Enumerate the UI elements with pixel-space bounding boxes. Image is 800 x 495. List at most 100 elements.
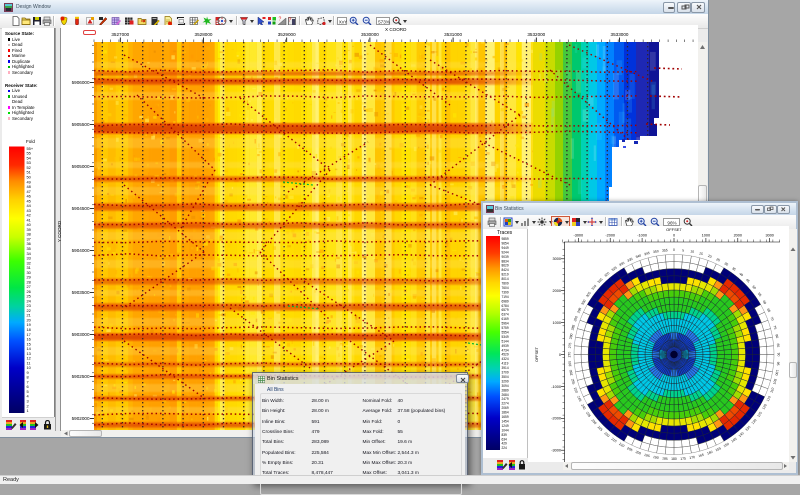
svg-text:9039: 9039 [502,255,509,259]
svg-text:35: 35 [731,266,736,272]
svg-text:50: 50 [751,285,757,291]
svg-text:-3000: -3000 [573,234,583,238]
svg-text:429: 429 [502,442,508,446]
svg-text:345: 345 [644,251,651,256]
svg-text:320: 320 [603,271,610,278]
svg-text:?: ? [279,17,282,23]
svg-text:45: 45 [745,278,751,284]
svg-text:275: 275 [568,342,572,348]
svg-text:4529: 4529 [502,353,509,357]
svg-text:3533000: 3533000 [611,32,629,37]
svg-text:8629: 8629 [502,264,509,268]
svg-text:250: 250 [573,387,579,394]
svg-text:15: 15 [699,251,704,256]
svg-text:4119: 4119 [502,362,509,366]
svg-text:-2000: -2000 [605,234,615,238]
svg-text:290: 290 [573,315,579,322]
svg-text:10: 10 [690,249,695,254]
svg-text:5903000: 5903000 [72,332,90,337]
svg-text:1000: 1000 [553,321,561,325]
svg-text:3528000: 3528000 [195,32,213,37]
svg-text:3504: 3504 [502,375,509,379]
svg-text:100: 100 [774,369,779,375]
svg-text:-2000: -2000 [551,417,561,421]
svg-text:30: 30 [724,261,729,266]
svg-text:85: 85 [776,343,780,347]
svg-text:5902000: 5902000 [72,416,90,421]
svg-text:634: 634 [502,437,508,441]
svg-text:230: 230 [591,418,598,425]
svg-text:2479: 2479 [502,397,509,401]
svg-text:1044: 1044 [502,428,509,432]
svg-text:-1000: -1000 [637,234,647,238]
svg-text:2684: 2684 [502,393,509,397]
svg-text:9244: 9244 [502,250,509,254]
svg-text:3000: 3000 [765,234,773,238]
svg-text:270: 270 [568,352,572,358]
svg-text:160: 160 [706,450,713,456]
svg-text:3527000: 3527000 [111,32,129,37]
svg-text:180: 180 [671,457,677,461]
svg-text:0: 0 [559,353,561,357]
svg-text:25: 25 [716,257,721,262]
svg-text:95: 95 [776,362,780,366]
svg-text:205: 205 [626,446,633,452]
svg-text:340: 340 [635,254,642,260]
svg-text:9859: 9859 [502,237,509,241]
svg-text:245: 245 [576,395,582,402]
svg-text:315: 315 [597,277,604,284]
svg-text:1249: 1249 [502,424,509,428]
svg-text:3299: 3299 [502,379,509,383]
svg-text:224: 224 [502,446,508,450]
svg-text:1000: 1000 [702,234,710,238]
svg-text:OFFSET: OFFSET [535,346,539,362]
svg-text:8014: 8014 [502,277,509,281]
svg-text:285: 285 [570,324,575,331]
svg-text:4939: 4939 [502,344,509,348]
svg-text:6579: 6579 [502,308,509,312]
svg-text:265: 265 [568,361,572,367]
svg-text:3709: 3709 [502,371,509,375]
svg-text:OFFSET: OFFSET [666,227,682,232]
svg-text:2000: 2000 [553,289,561,293]
svg-text:190: 190 [653,455,659,460]
svg-text:235: 235 [585,411,592,418]
svg-text:130: 130 [751,418,758,425]
svg-text:96%: 96% [667,220,676,225]
svg-text:155: 155 [715,446,722,452]
svg-text:125: 125 [756,411,763,418]
svg-text:150: 150 [723,442,730,448]
svg-text:70: 70 [770,316,775,321]
svg-text:280: 280 [569,333,574,339]
svg-text:?: ? [288,18,291,24]
svg-text:3094: 3094 [502,384,509,388]
svg-text:3531000: 3531000 [444,32,462,37]
svg-text:573%: 573% [378,19,390,24]
svg-text:80: 80 [775,334,780,339]
svg-text:9654: 9654 [502,241,509,245]
svg-text:7809: 7809 [502,282,509,286]
svg-text:XvY: XvY [339,19,347,24]
svg-text:6784: 6784 [502,304,509,308]
svg-text:215: 215 [611,437,618,444]
svg-text:5905500: 5905500 [72,122,90,127]
svg-text:330: 330 [618,261,625,267]
svg-text:7604: 7604 [502,286,509,290]
svg-text:105: 105 [772,378,777,385]
svg-text:-3000: -3000 [551,449,561,453]
svg-text:145: 145 [731,437,738,444]
svg-text:3530000: 3530000 [361,32,379,37]
svg-text:2274: 2274 [502,402,509,406]
svg-text:200: 200 [635,450,642,456]
svg-text:3000: 3000 [553,257,561,261]
svg-text:110: 110 [769,387,775,394]
svg-text:220: 220 [603,431,610,438]
svg-text:5759: 5759 [502,326,509,330]
svg-text:8219: 8219 [502,273,509,277]
svg-text:1: 1 [27,408,29,413]
svg-text:6169: 6169 [502,317,509,321]
svg-text:310: 310 [591,284,598,291]
svg-text:5904500: 5904500 [72,206,90,211]
svg-text:8424: 8424 [502,268,509,272]
svg-text:90: 90 [776,353,780,357]
